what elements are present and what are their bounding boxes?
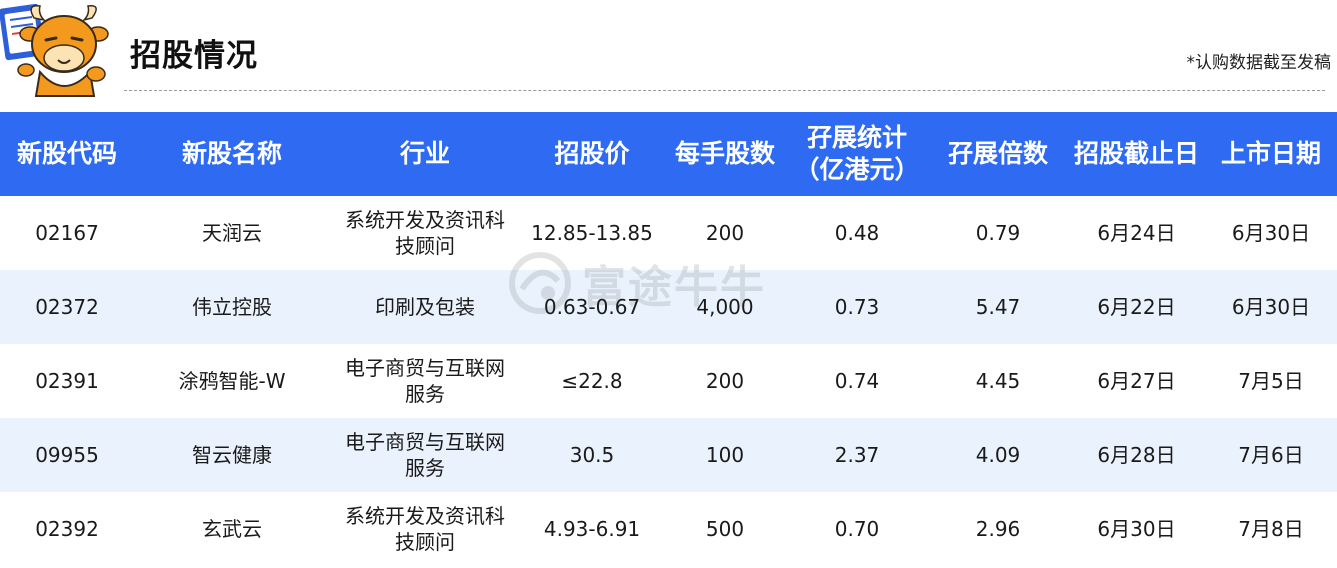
close-date-cell: 6月22日	[1068, 270, 1205, 344]
stock-name-cell: 伟立控股	[134, 270, 330, 344]
header-divider	[124, 90, 1325, 91]
margin-multiple-cell: 5.47	[928, 270, 1068, 344]
close-date-cell: 6月28日	[1068, 418, 1205, 492]
ipo-table: 新股代码 新股名称 行业 招股价 每手股数 孖展统计 （亿港元） 孖展倍数 招股截…	[0, 112, 1337, 566]
table-row: 02392 玄武云 系统开发及资讯科 技顾问 4.93-6.91 500 0.70…	[0, 492, 1337, 566]
data-cutoff-note: *认购数据截至发稿	[1186, 53, 1332, 73]
header-listing-date: 上市日期	[1205, 112, 1337, 196]
stock-name-cell: 天润云	[134, 196, 330, 270]
stock-code-cell: 02391	[0, 344, 134, 418]
margin-amount-cell: 0.48	[786, 196, 928, 270]
lot-size-cell: 100	[664, 418, 786, 492]
stock-name-cell: 涂鸦智能-W	[134, 344, 330, 418]
listing-date-cell: 7月5日	[1205, 344, 1337, 418]
stock-code-cell: 02167	[0, 196, 134, 270]
close-date-cell: 6月24日	[1068, 196, 1205, 270]
lot-size-cell: 500	[664, 492, 786, 566]
industry-cell: 系统开发及资讯科 技顾问	[330, 196, 520, 270]
industry-cell: 印刷及包装	[330, 270, 520, 344]
industry-cell: 电子商贸与互联网 服务	[330, 344, 520, 418]
close-date-cell: 6月30日	[1068, 492, 1205, 566]
table-row: 02167 天润云 系统开发及资讯科 技顾问 12.85-13.85 200 0.…	[0, 196, 1337, 270]
stock-code-cell: 02372	[0, 270, 134, 344]
margin-multiple-cell: 4.09	[928, 418, 1068, 492]
lot-size-cell: 4,000	[664, 270, 786, 344]
header-margin-amount: 孖展统计 （亿港元）	[786, 112, 928, 196]
header-lot-size: 每手股数	[664, 112, 786, 196]
offer-price-cell: 4.93-6.91	[520, 492, 664, 566]
margin-amount-cell: 2.37	[786, 418, 928, 492]
stock-code-cell: 09955	[0, 418, 134, 492]
page-title: 招股情况	[130, 38, 258, 74]
close-date-cell: 6月27日	[1068, 344, 1205, 418]
offer-price-cell: ≤22.8	[520, 344, 664, 418]
listing-date-cell: 7月8日	[1205, 492, 1337, 566]
lot-size-cell: 200	[664, 196, 786, 270]
bull-mascot-icon	[0, 3, 109, 97]
margin-amount-cell: 0.73	[786, 270, 928, 344]
industry-cell: 电子商贸与互联网 服务	[330, 418, 520, 492]
table-header-row: 新股代码 新股名称 行业 招股价 每手股数 孖展统计 （亿港元） 孖展倍数 招股截…	[0, 112, 1337, 196]
table-row: 09955 智云健康 电子商贸与互联网 服务 30.5 100 2.37 4.09…	[0, 418, 1337, 492]
header-stock-code: 新股代码	[0, 112, 134, 196]
offer-price-cell: 12.85-13.85	[520, 196, 664, 270]
header-stock-name: 新股名称	[134, 112, 330, 196]
page-header: 招股情况 *认购数据截至发稿	[0, 0, 1337, 112]
margin-amount-cell: 0.74	[786, 344, 928, 418]
header-close-date: 招股截止日	[1068, 112, 1205, 196]
header-industry: 行业	[330, 112, 520, 196]
margin-multiple-cell: 2.96	[928, 492, 1068, 566]
listing-date-cell: 7月6日	[1205, 418, 1337, 492]
table-row: 02372 伟立控股 印刷及包装 0.63-0.67 4,000 0.73 5.…	[0, 270, 1337, 344]
stock-name-cell: 智云健康	[134, 418, 330, 492]
industry-cell: 系统开发及资讯科 技顾问	[330, 492, 520, 566]
table-row: 02391 涂鸦智能-W 电子商贸与互联网 服务 ≤22.8 200 0.74 4…	[0, 344, 1337, 418]
stock-code-cell: 02392	[0, 492, 134, 566]
header-offer-price: 招股价	[520, 112, 664, 196]
margin-multiple-cell: 0.79	[928, 196, 1068, 270]
offer-price-cell: 30.5	[520, 418, 664, 492]
stock-name-cell: 玄武云	[134, 492, 330, 566]
listing-date-cell: 6月30日	[1205, 196, 1337, 270]
margin-amount-cell: 0.70	[786, 492, 928, 566]
header-margin-multiple: 孖展倍数	[928, 112, 1068, 196]
margin-multiple-cell: 4.45	[928, 344, 1068, 418]
lot-size-cell: 200	[664, 344, 786, 418]
listing-date-cell: 6月30日	[1205, 270, 1337, 344]
offer-price-cell: 0.63-0.67	[520, 270, 664, 344]
